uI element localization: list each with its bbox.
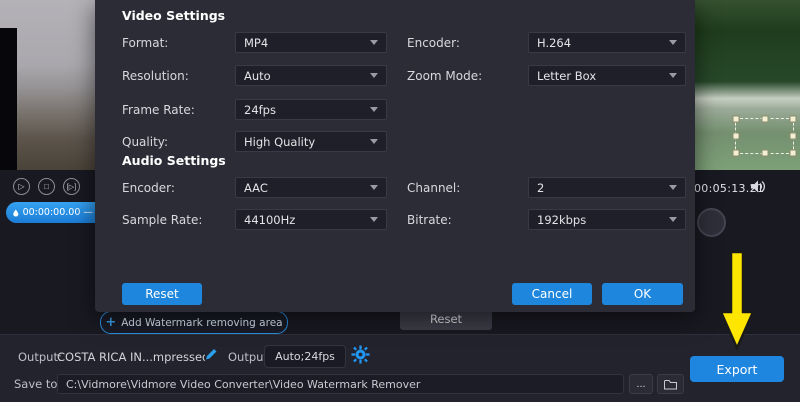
channel-select[interactable]: 2 [528,177,686,198]
video-preview-right [695,0,800,170]
output-format-value[interactable]: Auto;24fps [264,345,346,368]
footer-bar: Output: COSTA RICA IN...mpressed_.mp4 Ou… [0,334,800,402]
frame-step-icon: [▷] [67,183,76,191]
selection-handle[interactable] [790,150,797,157]
circle-button[interactable] [697,208,726,237]
play-icon: ▷ [18,182,24,191]
cancel-button[interactable]: Cancel [512,283,592,305]
quality-label: Quality: [122,135,168,149]
chevron-down-icon [669,73,677,78]
quality-select[interactable]: High Quality [235,131,387,152]
zoom-mode-label: Zoom Mode: [407,69,482,83]
bitrate-select[interactable]: 192kbps [528,209,686,230]
frame-step-button[interactable]: [▷] [63,178,80,195]
chevron-down-icon [669,185,677,190]
time-range-pill[interactable]: 00:00:00.00 — 00 [6,202,108,223]
selection-handle[interactable] [733,133,740,140]
selection-handle[interactable] [761,116,768,123]
chevron-down-icon [370,107,378,112]
bitrate-label: Bitrate: [407,213,452,227]
resolution-label: Resolution: [122,69,189,83]
chevron-down-icon [370,139,378,144]
save-to-label: Save to: [14,377,61,391]
rename-button[interactable] [204,347,218,364]
profile-settings-dialog: Video Settings Format: MP4 Encoder: H.26… [95,0,695,312]
chevron-down-icon [669,217,677,222]
selection-handle[interactable] [761,150,768,157]
gear-icon [351,345,370,364]
zoom-mode-select[interactable]: Letter Box [528,65,686,86]
open-folder-button[interactable] [657,374,684,394]
output-filename: COSTA RICA IN...mpressed_.mp4 [57,350,205,364]
frame-rate-select[interactable]: 24fps [235,99,387,120]
audio-encoder-select[interactable]: AAC [235,177,387,198]
format-label: Format: [122,36,168,50]
selection-handle[interactable] [790,116,797,123]
video-encoder-label: Encoder: [407,36,460,50]
chevron-down-icon [370,73,378,78]
droplet-icon [13,207,19,219]
chevron-down-icon [669,40,677,45]
pencil-icon [204,347,218,361]
chevron-down-icon [370,217,378,222]
sample-rate-label: Sample Rate: [122,213,202,227]
browse-button[interactable]: ... [629,374,653,394]
output-settings-button[interactable] [351,345,370,367]
watermark-selection-box[interactable] [735,118,794,154]
mute-button[interactable] [751,180,766,196]
stop-icon: □ [44,182,49,191]
reset-button[interactable]: Reset [122,283,202,305]
video-encoder-select[interactable]: H.264 [528,32,686,53]
play-button[interactable]: ▷ [13,178,30,195]
audio-encoder-label: Encoder: [122,181,175,195]
save-path-field[interactable]: C:\Vidmore\Vidmore Video Converter\Video… [57,374,624,394]
chevron-down-icon [370,40,378,45]
export-button[interactable]: Export [690,356,784,382]
stop-button[interactable]: □ [38,178,55,195]
audio-settings-title: Audio Settings [122,153,226,168]
channel-label: Channel: [407,181,460,195]
sample-rate-select[interactable]: 44100Hz [235,209,387,230]
chevron-down-icon [370,185,378,190]
video-settings-title: Video Settings [122,8,225,23]
add-area-label: Add Watermark removing area [121,317,282,329]
selection-handle[interactable] [733,116,740,123]
folder-icon [664,379,677,390]
selection-handle[interactable] [790,133,797,140]
plus-icon: + [105,318,116,328]
frame-rate-label: Frame Rate: [122,103,195,117]
format-select[interactable]: MP4 [235,32,387,53]
speaker-icon [751,180,766,193]
thumbnail-side-strip [0,28,17,170]
selection-handle[interactable] [733,150,740,157]
output-label: Output: [18,350,62,364]
ok-button[interactable]: OK [602,283,683,305]
add-watermark-area-button[interactable]: + Add Watermark removing area [100,311,288,334]
app-window: ▷ □ [▷] 00:00:00.00 — 00 00:05:13.21 + A… [0,0,800,402]
resolution-select[interactable]: Auto [235,65,387,86]
